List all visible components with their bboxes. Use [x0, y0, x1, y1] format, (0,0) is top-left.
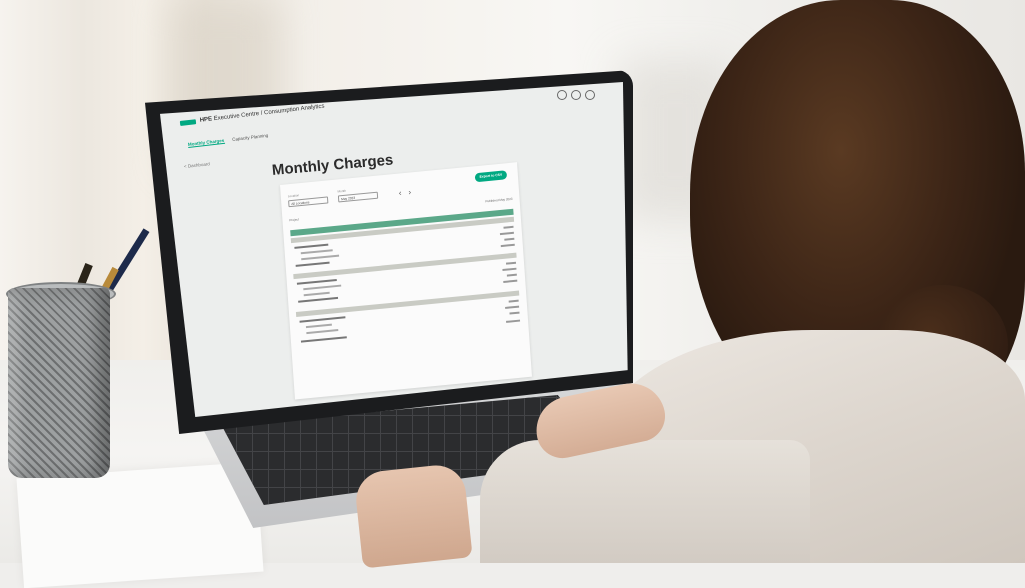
month-filter: Month May 2023 [337, 186, 379, 203]
left-hand [353, 462, 473, 569]
chevron-right-icon[interactable]: › [408, 187, 411, 196]
user-icon[interactable] [585, 90, 595, 100]
paper-sheet [16, 461, 264, 588]
pen-cup [8, 288, 110, 478]
project-label: Project [289, 217, 299, 223]
row-value [503, 225, 514, 229]
row-value [499, 231, 514, 235]
settings-icon[interactable] [571, 90, 581, 100]
row-value [500, 243, 515, 247]
row-value [506, 319, 521, 323]
tab-monthly-charges[interactable]: Monthly Charges [187, 137, 225, 148]
row-label [298, 296, 339, 303]
laptop-screen: HPE Executive Centre / Consumption Analy… [160, 82, 628, 417]
row-label [300, 336, 347, 343]
row-value [505, 305, 520, 309]
row-label [305, 323, 332, 328]
row-label [294, 243, 329, 249]
row-label [306, 329, 339, 334]
nav-tabs: Monthly Charges Capacity Planning [187, 133, 269, 148]
row-value [502, 267, 517, 271]
chevron-left-icon[interactable]: ‹ [399, 188, 402, 197]
export-button[interactable]: Export to CSV [474, 170, 508, 183]
row-label [301, 254, 340, 260]
tab-capacity-planning[interactable]: Capacity Planning [232, 133, 269, 143]
location-filter: Location All Locations [288, 190, 329, 208]
person-arm [480, 440, 810, 563]
location-select[interactable]: All Locations [288, 196, 329, 208]
filters: Location All Locations Month May 2023 [288, 186, 379, 208]
row-value [509, 311, 520, 315]
brand-name: HPE [199, 116, 213, 124]
month-select[interactable]: May 2023 [337, 191, 379, 203]
charges-card: Location All Locations Month May 2023 ‹ … [280, 162, 532, 400]
row-value [504, 237, 515, 241]
row-label [303, 284, 342, 290]
row-value [508, 299, 519, 303]
row-label [300, 249, 333, 254]
row-value [503, 279, 518, 283]
row-value [506, 273, 517, 277]
row-label [303, 291, 330, 296]
published-date: Published May 2023 [485, 196, 513, 204]
header-icons [557, 90, 595, 100]
row-value [505, 261, 517, 265]
month-stepper: ‹ › [399, 187, 412, 197]
row-label [295, 261, 330, 267]
hpe-logo-icon [179, 118, 197, 126]
back-link[interactable]: < Dashboard [184, 161, 210, 169]
help-icon[interactable] [557, 90, 567, 100]
app-window: HPE Executive Centre / Consumption Analy… [160, 82, 628, 417]
